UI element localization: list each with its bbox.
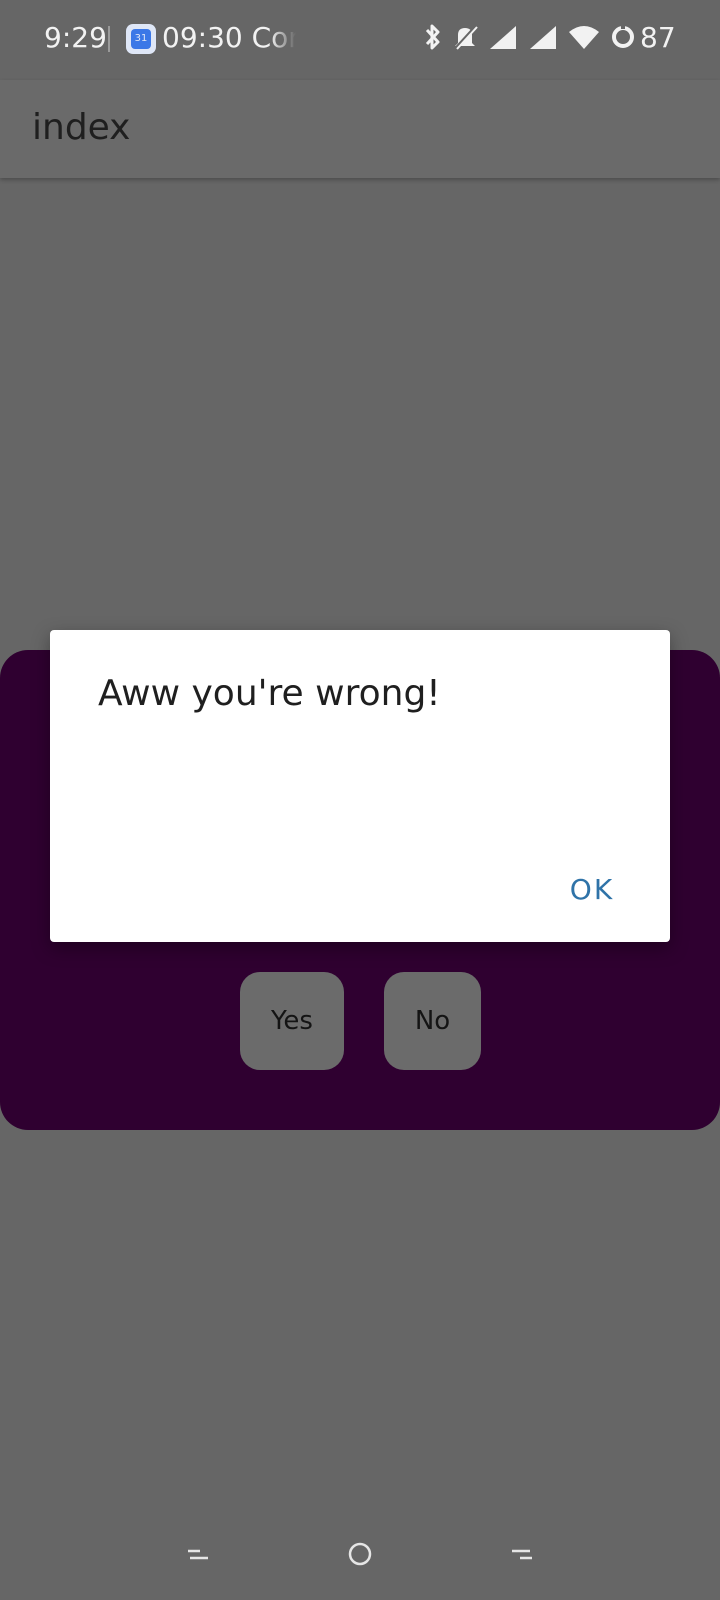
battery-level: 87 [640,21,676,54]
bluetooth-icon [424,23,442,55]
calendar-notification-icon: 31 [126,24,156,54]
status-icons [424,20,646,58]
home-icon[interactable] [340,1534,380,1574]
bell-off-icon [452,23,478,55]
wifi-icon [568,24,600,54]
ok-button[interactable]: OK [546,862,638,918]
app-title: index [32,107,131,148]
status-notification-text: 09:30 Con [162,18,296,58]
status-time: 9:29 [44,21,107,54]
signal-icon [488,24,518,54]
no-button[interactable]: No [384,972,481,1070]
alert-dialog: Aww you're wrong! OK [50,630,670,942]
recents-icon[interactable] [502,1534,542,1574]
calendar-icon-glyph: 31 [131,29,151,49]
status-divider [108,26,110,52]
signal-icon-2 [528,24,558,54]
dialog-message: Aww you're wrong! [98,673,441,714]
back-icon[interactable] [178,1534,218,1574]
yes-button[interactable]: Yes [240,972,344,1070]
battery-ring-icon [610,24,636,54]
status-bar: 9:29 31 09:30 Con 87 [0,0,720,80]
app-bar: index [0,80,720,178]
navigation-bar [0,1498,720,1600]
